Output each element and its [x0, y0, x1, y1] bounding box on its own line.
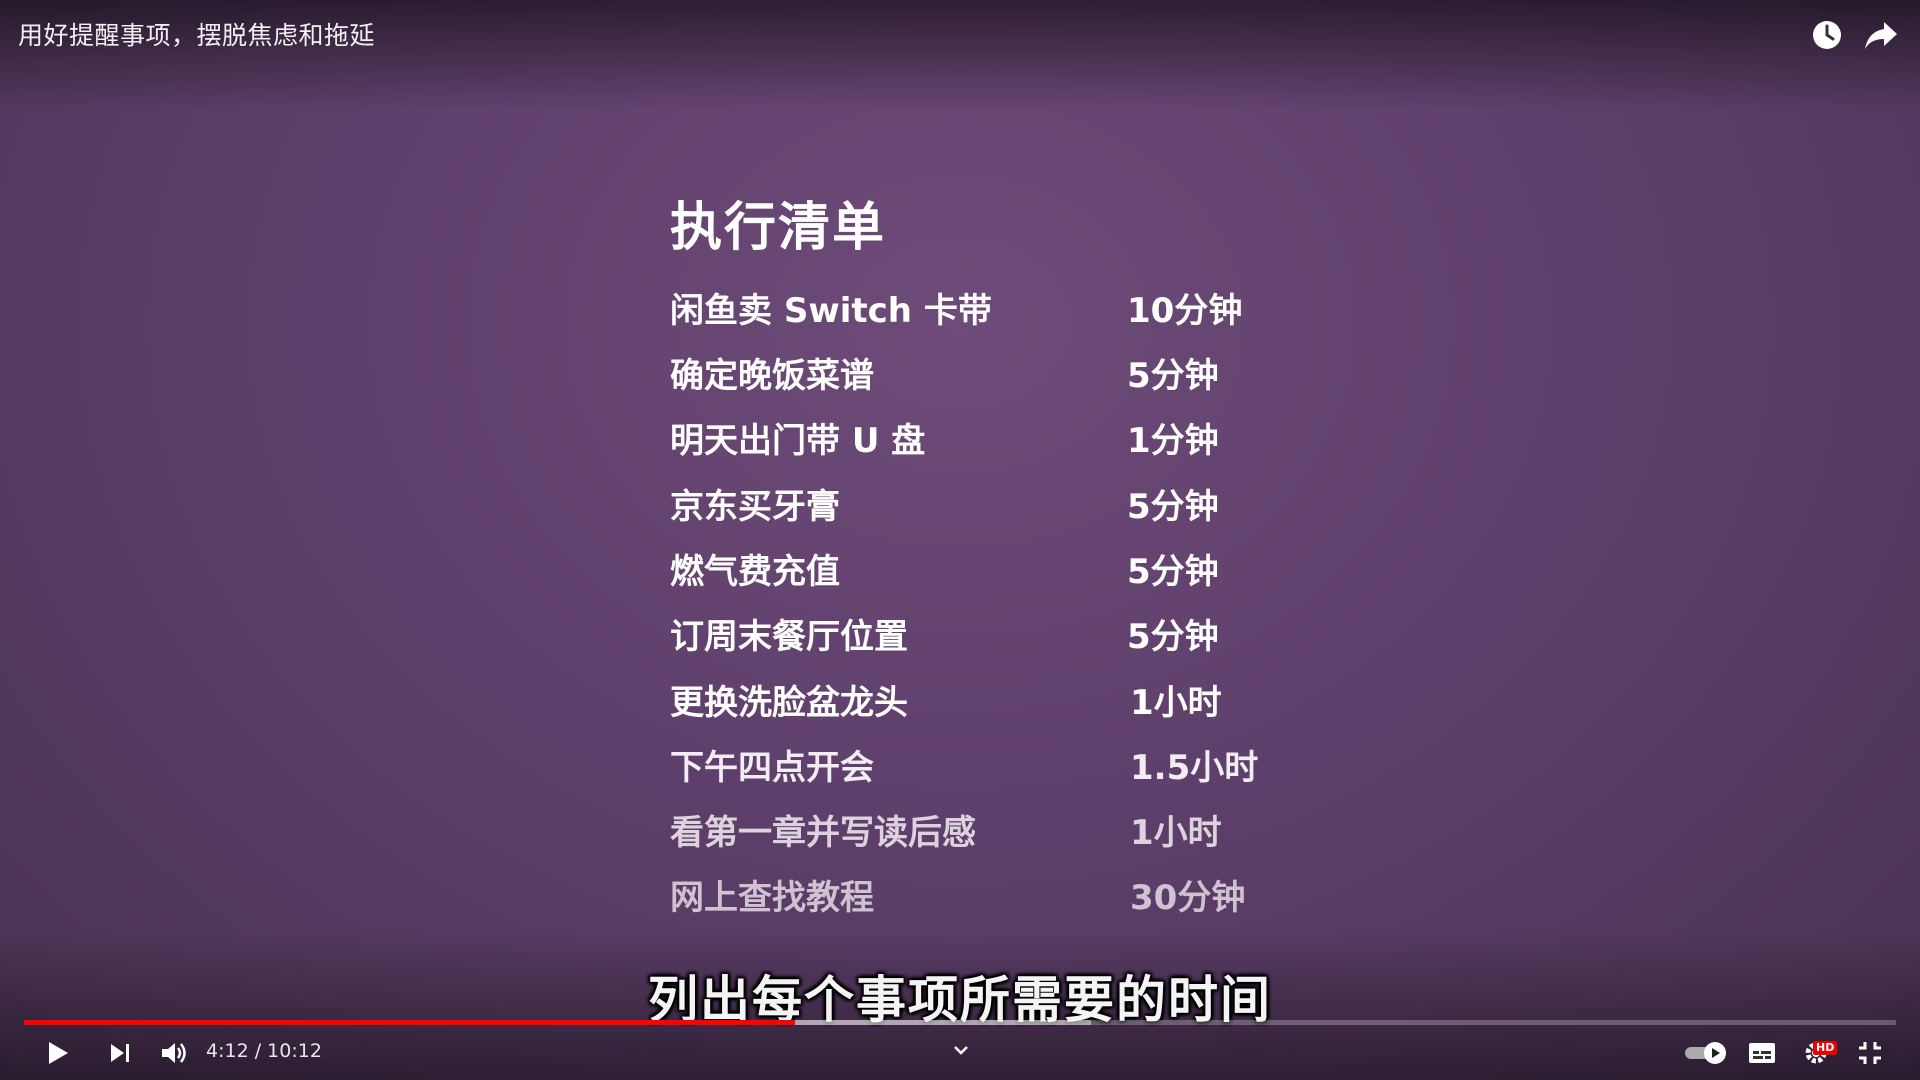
task-time: 1小时 — [1130, 683, 1222, 723]
task-time: 1.5小时 — [1130, 748, 1259, 788]
task-name: 京东买牙膏 — [670, 487, 840, 527]
task-row: 更换洗脸盆龙头 1小时 — [670, 675, 1290, 735]
play-button[interactable] — [40, 1036, 76, 1070]
slide-content: 执行清单 闲鱼卖 Switch 卡带 10分钟 确定晚饭菜谱 5分钟 明天出门带… — [670, 185, 1258, 918]
task-time: 5分钟 — [1127, 552, 1219, 592]
clock-icon — [1813, 21, 1841, 49]
autoplay-toggle[interactable] — [1682, 1036, 1730, 1070]
next-button[interactable] — [102, 1036, 138, 1070]
video-title[interactable]: 用好提醒事项，摆脱焦虑和拖延 — [18, 16, 375, 52]
task-time: 5分钟 — [1127, 356, 1219, 396]
task-time: 5分钟 — [1127, 617, 1219, 657]
captions-icon — [1749, 1043, 1775, 1063]
task-name: 网上查找教程 — [670, 878, 874, 918]
task-name: 下午四点开会 — [670, 748, 874, 788]
task-time: 1分钟 — [1127, 421, 1219, 461]
task-time: 1小时 — [1130, 813, 1222, 853]
share-icon — [1865, 22, 1897, 49]
chevron-down-icon — [954, 1046, 968, 1055]
video-player[interactable]: 用好提醒事项，摆脱焦虑和拖延 执行清单 闲鱼卖 Switch 卡带 10分钟 确… — [0, 0, 1920, 1080]
task-time: 10分钟 — [1127, 291, 1243, 331]
task-name: 确定晚饭菜谱 — [670, 356, 874, 396]
volume-icon — [162, 1043, 186, 1063]
task-name: 闲鱼卖 Switch 卡带 — [670, 291, 992, 331]
task-row: 看第一章并写读后感 1小时 — [670, 805, 1290, 865]
progress-played — [24, 1020, 796, 1025]
task-row: 网上查找教程 30分钟 — [670, 870, 1290, 930]
task-row: 订周末餐厅位置 5分钟 — [670, 609, 1290, 669]
task-row: 下午四点开会 1.5小时 — [670, 740, 1290, 800]
task-time: 5分钟 — [1127, 487, 1219, 527]
hd-badge: HD — [1813, 1041, 1838, 1055]
slide-heading: 执行清单 — [670, 198, 887, 258]
exit-fullscreen-icon — [1859, 1042, 1881, 1064]
share-button[interactable] — [1862, 16, 1900, 54]
task-name: 燃气费充值 — [670, 552, 840, 592]
task-time: 30分钟 — [1130, 878, 1246, 918]
task-row: 闲鱼卖 Switch 卡带 10分钟 — [670, 283, 1290, 343]
task-name: 订周末餐厅位置 — [670, 617, 908, 657]
task-row: 确定晚饭菜谱 5分钟 — [670, 348, 1290, 408]
subtitles-button[interactable] — [1744, 1036, 1780, 1070]
exit-fullscreen-button[interactable] — [1852, 1036, 1888, 1070]
autoplay-toggle-icon — [1685, 1042, 1726, 1064]
watch-later-button[interactable] — [1808, 16, 1846, 54]
task-row: 燃气费充值 5分钟 — [670, 544, 1290, 604]
play-icon — [49, 1042, 68, 1064]
task-name: 明天出门带 U 盘 — [670, 421, 926, 461]
volume-button[interactable] — [156, 1036, 192, 1070]
progress-bar[interactable] — [24, 1020, 1896, 1025]
time-display: 4:12 / 10:12 — [206, 1040, 322, 1062]
task-row: 明天出门带 U 盘 1分钟 — [670, 413, 1290, 473]
task-name: 更换洗脸盆龙头 — [670, 683, 908, 723]
expand-chevron-button[interactable] — [946, 1040, 976, 1060]
task-row: 京东买牙膏 5分钟 — [670, 479, 1290, 539]
next-icon — [111, 1044, 129, 1062]
task-name: 看第一章并写读后感 — [670, 813, 976, 853]
